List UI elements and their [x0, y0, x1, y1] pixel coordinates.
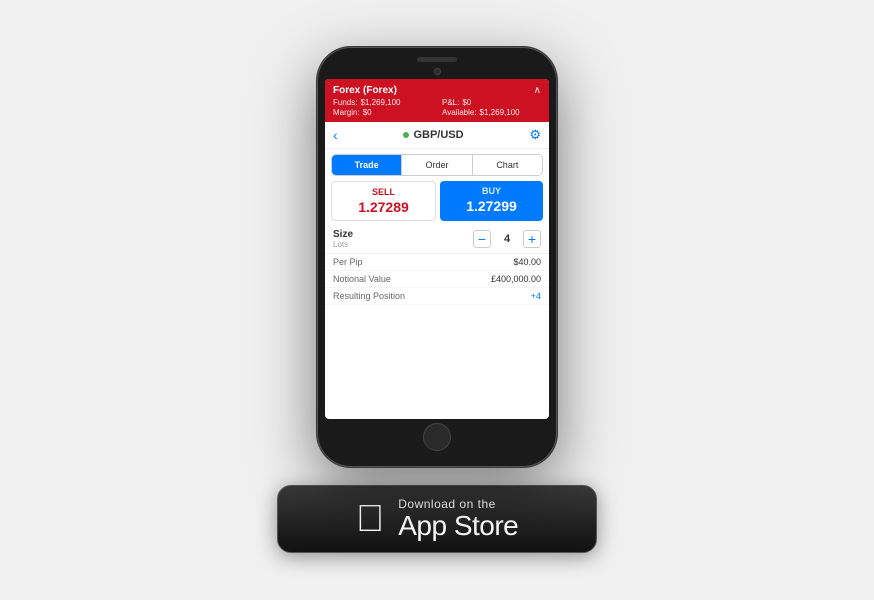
size-label: Size [333, 229, 473, 240]
per-pip-value: $40.00 [513, 257, 541, 267]
margin-value: $0 [363, 108, 372, 117]
trade-area: SELL 1.27289 BUY 1.27299 [331, 181, 543, 221]
appstore-top-text: Download on the [398, 497, 518, 511]
available-stat: Available: $1,269,100 [442, 108, 541, 117]
size-decrease-button[interactable]: − [473, 230, 491, 248]
per-pip-label: Per Pip [333, 257, 363, 267]
size-increase-button[interactable]: + [523, 230, 541, 248]
symbol-display: GBP/USD [403, 129, 463, 141]
appstore-button[interactable]:  Download on the App Store [277, 485, 597, 553]
sell-price: 1.27289 [336, 199, 431, 215]
tab-trade[interactable]: Trade [332, 155, 401, 175]
pl-stat: P&L: $0 [442, 98, 541, 107]
phone-camera [434, 68, 441, 75]
appstore-bottom-text: App Store [398, 511, 518, 542]
resulting-label: Resulting Position [333, 291, 405, 301]
size-row: Size Lots − 4 + [325, 225, 549, 254]
resulting-row: Resulting Position +4 [325, 288, 549, 305]
per-pip-row: Per Pip $40.00 [325, 254, 549, 271]
size-value: 4 [499, 233, 515, 245]
collapse-chevron[interactable]: ∧ [534, 85, 541, 96]
size-controls: − 4 + [473, 230, 541, 248]
symbol-bar: ‹ GBP/USD ⚙ [325, 122, 549, 149]
funds-label: Funds: [333, 98, 357, 107]
buy-box[interactable]: BUY 1.27299 [440, 181, 543, 221]
tab-bar: Trade Order Chart [331, 154, 543, 176]
tab-chart[interactable]: Chart [473, 155, 542, 175]
home-button[interactable] [423, 423, 451, 451]
appstore-text-group: Download on the App Store [398, 497, 518, 542]
buy-label: BUY [444, 186, 539, 196]
page-wrapper: Forex (Forex) ∧ Funds: $1,269,100 P&L: $… [277, 47, 597, 553]
symbol-text: GBP/USD [413, 129, 463, 141]
sell-box[interactable]: SELL 1.27289 [331, 181, 436, 221]
funds-stat: Funds: $1,269,100 [333, 98, 432, 107]
sell-label: SELL [336, 187, 431, 197]
available-value: $1,269,100 [480, 108, 520, 117]
available-label: Available: [442, 108, 477, 117]
buy-price: 1.27299 [444, 198, 539, 214]
phone-screen: Forex (Forex) ∧ Funds: $1,269,100 P&L: $… [325, 79, 549, 419]
notional-row: Notional Value £400,000.00 [325, 271, 549, 288]
pl-value: $0 [462, 98, 471, 107]
size-sublabel: Lots [333, 240, 473, 249]
apple-logo-icon:  [356, 500, 385, 538]
phone-speaker [417, 57, 457, 62]
account-stats: Funds: $1,269,100 P&L: $0 Margin: $0 Ava… [333, 98, 541, 117]
margin-label: Margin: [333, 108, 360, 117]
funds-value: $1,269,100 [360, 98, 400, 107]
account-title: Forex (Forex) [333, 85, 397, 96]
pl-label: P&L: [442, 98, 459, 107]
size-label-group: Size Lots [333, 229, 473, 249]
back-button[interactable]: ‹ [333, 127, 338, 143]
resulting-value: +4 [531, 291, 541, 301]
phone-device: Forex (Forex) ∧ Funds: $1,269,100 P&L: $… [317, 47, 557, 467]
online-indicator [403, 132, 409, 138]
settings-icon[interactable]: ⚙ [529, 127, 541, 143]
notional-value: £400,000.00 [491, 274, 541, 284]
app-header: Forex (Forex) ∧ Funds: $1,269,100 P&L: $… [325, 79, 549, 122]
notional-label: Notional Value [333, 274, 391, 284]
margin-stat: Margin: $0 [333, 108, 432, 117]
tab-order[interactable]: Order [402, 155, 471, 175]
